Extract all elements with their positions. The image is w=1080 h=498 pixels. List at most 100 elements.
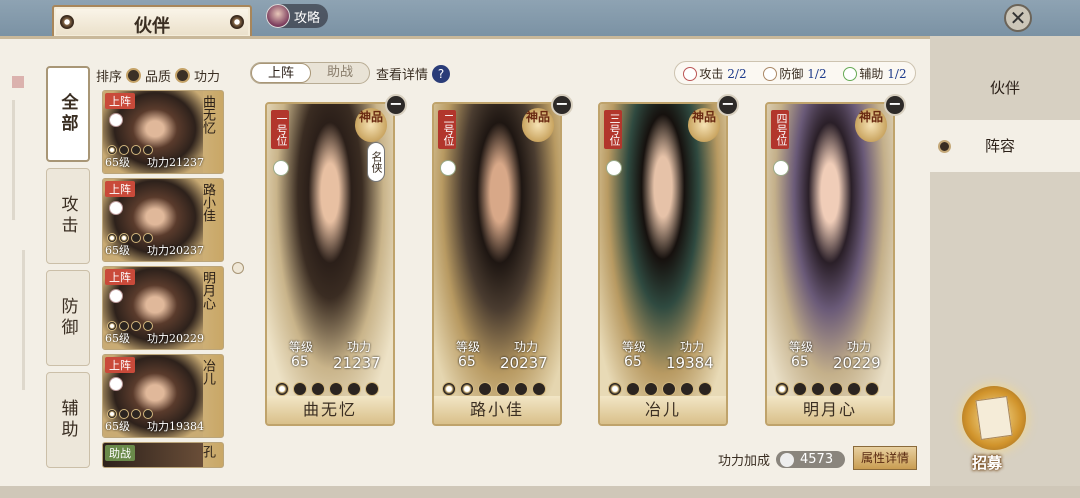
- slot-badge: 四号位: [771, 110, 789, 149]
- deployed-badge: 上阵: [105, 269, 135, 285]
- sort-label: 排序: [96, 70, 123, 85]
- remove-button[interactable]: −: [717, 94, 739, 116]
- attack-role-icon: [683, 67, 698, 81]
- bonus-value-pill: 4573: [776, 451, 846, 468]
- level-value: 65: [291, 354, 309, 370]
- roster-name: 路小佳: [200, 183, 215, 222]
- lineup-tabs: 上阵 助战: [250, 62, 370, 84]
- scroll-indicator-icon: [232, 262, 244, 274]
- defense-count: 防御 1/2: [763, 65, 827, 82]
- slot-badge: 二号位: [438, 110, 456, 149]
- support-badge: 助战: [105, 445, 135, 461]
- power-label: 功力: [514, 340, 539, 354]
- tab-deployed[interactable]: 上阵: [251, 63, 311, 83]
- role-counts: 攻击 2/2 防御 1/2 辅助 1/2: [674, 61, 916, 85]
- view-detail-label: 查看详情: [376, 68, 429, 83]
- roster-power: 功力20229: [147, 332, 204, 345]
- sort-quality-toggle[interactable]: [126, 68, 142, 83]
- remove-button[interactable]: −: [551, 94, 573, 116]
- support-role-icon: [273, 160, 289, 176]
- roster-power: 功力21237: [147, 156, 204, 169]
- attack-role-icon: [109, 377, 123, 391]
- star-pips: [275, 382, 379, 396]
- star-pips: [442, 382, 546, 396]
- star-pips: [775, 382, 879, 396]
- level-label: 等级: [456, 340, 481, 354]
- category-attack[interactable]: 攻击: [46, 168, 90, 264]
- roster-card[interactable]: 上阵 65级 功力21237 曲无忆: [102, 90, 224, 174]
- level-value: 65: [624, 354, 642, 370]
- hero-name: 冶儿: [600, 396, 726, 424]
- tab-assist[interactable]: 助战: [311, 63, 369, 83]
- hero-name: 曲无忆: [267, 396, 393, 424]
- category-all[interactable]: 全部: [46, 66, 90, 162]
- hero-card[interactable]: 三号位 神品 等级 65 功力 19384 冶儿: [598, 102, 728, 426]
- power-label: 功力: [347, 340, 372, 354]
- tab-formation[interactable]: 阵容: [930, 120, 1080, 172]
- tab-partners[interactable]: 伙伴: [930, 62, 1080, 114]
- help-icon[interactable]: ?: [432, 64, 451, 83]
- hero-card[interactable]: 二号位 神品 等级 65 功力 20237 路小佳: [432, 102, 562, 426]
- sort-power-label: 功力: [194, 70, 221, 85]
- defense-role-icon: [763, 67, 778, 81]
- close-icon: ✕: [1009, 6, 1027, 30]
- guide-button[interactable]: 攻略: [266, 4, 328, 28]
- hero-card[interactable]: 一号位 神品 名侠 等级 65 功力 21237 曲无忆: [265, 102, 395, 426]
- power-label: 功力: [680, 340, 705, 354]
- level-label: 等级: [789, 340, 814, 354]
- remove-button[interactable]: −: [884, 94, 906, 116]
- roster-level: 65级: [105, 332, 130, 345]
- roster-card[interactable]: 上阵 65级 功力19384 冶儿: [102, 354, 224, 438]
- support-count: 辅助 1/2: [843, 65, 907, 82]
- hero-name: 路小佳: [434, 396, 560, 424]
- sort-row: 排序 品质 功力: [96, 66, 220, 85]
- close-button[interactable]: ✕: [1004, 4, 1032, 32]
- deployed-badge: 上阵: [105, 357, 135, 373]
- hero-card[interactable]: 四号位 神品 等级 65 功力 20229 明月心: [765, 102, 895, 426]
- view-detail[interactable]: 查看详情 ?: [376, 64, 451, 83]
- roster-level: 65级: [105, 244, 130, 257]
- attack-role-icon: [773, 160, 789, 176]
- bottom-strip: [0, 486, 1080, 498]
- recruit-button[interactable]: [962, 386, 1026, 450]
- guide-avatar-icon: [266, 4, 290, 28]
- attack-role-icon: [606, 160, 622, 176]
- roster-card[interactable]: 上阵 65级 功力20229 明月心: [102, 266, 224, 350]
- sort-power-toggle[interactable]: [175, 68, 191, 83]
- power-value: 20229: [833, 354, 881, 372]
- power-label: 功力: [847, 340, 872, 354]
- calligraphy-decoration: [4, 70, 36, 410]
- attack-count: 攻击 2/2: [683, 65, 747, 82]
- slot-badge: 一号位: [271, 110, 289, 149]
- selected-indicator-icon: [938, 140, 951, 153]
- level-label: 等级: [289, 340, 314, 354]
- roster-card[interactable]: 上阵 65级 功力20237 路小佳: [102, 178, 224, 262]
- grade-badge: 神品: [855, 108, 887, 142]
- defense-role-icon: [109, 201, 123, 215]
- minus-icon: −: [888, 94, 902, 113]
- deployed-badge: 上阵: [105, 93, 135, 109]
- famous-tag: 名侠: [367, 142, 385, 182]
- roster-power: 功力20237: [147, 244, 204, 257]
- bonus-label: 功力加成: [718, 454, 771, 469]
- attribute-detail-button[interactable]: 属性详情: [853, 446, 917, 470]
- seal-icon: [12, 76, 24, 88]
- roster-name: 孔: [200, 445, 215, 458]
- level-value: 65: [791, 354, 809, 370]
- defense-role-icon: [440, 160, 456, 176]
- level-label: 等级: [622, 340, 647, 354]
- category-defense[interactable]: 防御: [46, 270, 90, 366]
- page-title: 伙伴: [134, 16, 170, 37]
- roster-power: 功力19384: [147, 420, 204, 433]
- power-value: 19384: [666, 354, 714, 372]
- minus-icon: −: [555, 94, 569, 113]
- grade-badge: 神品: [688, 108, 720, 142]
- grade-badge: 神品: [522, 108, 554, 142]
- remove-button[interactable]: −: [385, 94, 407, 116]
- category-support[interactable]: 辅助: [46, 372, 90, 468]
- sort-quality-label: 品质: [145, 70, 172, 85]
- roster-level: 65级: [105, 156, 130, 169]
- grade-badge: 神品: [355, 108, 387, 142]
- roster-card[interactable]: 助战 孔: [102, 442, 224, 468]
- power-bonus: 功力加成 4573: [718, 450, 846, 469]
